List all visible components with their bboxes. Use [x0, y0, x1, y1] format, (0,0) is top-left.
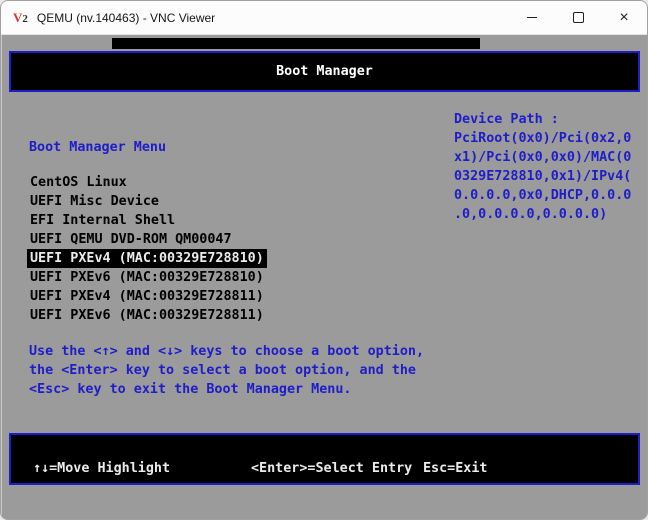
footer-hint-bar: ↑↓=Move Highlight <Enter>=Select Entry E… — [9, 433, 640, 485]
window-title: QEMU (nv.140463) - VNC Viewer — [37, 11, 215, 25]
window-titlebar[interactable]: V2 QEMU (nv.140463) - VNC Viewer × — [1, 1, 647, 35]
boot-entry-pxev6-8810[interactable]: UEFI PXEv6 (MAC:00329E728810) — [27, 268, 267, 287]
vnc-viewer-window: V2 QEMU (nv.140463) - VNC Viewer × Boot … — [0, 0, 648, 520]
device-path-line: PciRoot(0x0)/Pci(0x2,0 — [454, 129, 642, 148]
hint-move-highlight: ↑↓=Move Highlight — [33, 459, 170, 478]
window-controls: × — [509, 1, 647, 34]
vnc-logo-2: 2 — [22, 13, 28, 25]
help-line: <Esc> key to exit the Boot Manager Menu. — [29, 380, 424, 399]
vnc-logo-v: V — [13, 10, 22, 25]
minimize-icon — [527, 17, 537, 18]
boot-entry-uefi-misc-device[interactable]: UEFI Misc Device — [27, 192, 162, 211]
device-path-line: 0.0.0.0,0x0,DHCP,0.0.0 — [454, 186, 642, 205]
boot-manager-banner: Boot Manager — [9, 51, 640, 92]
device-path-line: x1)/Pci(0x0,0x0)/MAC(0 — [454, 148, 642, 167]
hint-select-entry: <Enter>=Select Entry — [251, 459, 412, 478]
boot-entry-list: CentOS Linux UEFI Misc Device EFI Intern… — [27, 173, 267, 325]
device-path-panel: Device Path : PciRoot(0x0)/Pci(0x2,0 x1)… — [454, 110, 642, 224]
boot-entry-pxev4-8811[interactable]: UEFI PXEv4 (MAC:00329E728811) — [27, 287, 267, 306]
boot-manager-title: Boot Manager — [276, 62, 373, 81]
boot-entry-qemu-dvd-rom[interactable]: UEFI QEMU DVD-ROM QM00047 — [27, 230, 235, 249]
help-text: Use the <↑> and <↓> keys to choose a boo… — [29, 342, 424, 399]
boot-entry-centos[interactable]: CentOS Linux — [27, 173, 130, 192]
vnc-display[interactable]: Boot Manager Device Path : PciRoot(0x0)/… — [2, 35, 647, 520]
help-line: the <Enter> key to select a boot option,… — [29, 361, 424, 380]
device-path-line: .0,0.0.0.0,0.0.0.0) — [454, 205, 642, 224]
device-path-line: 0329E728810,0x1)/IPv4( — [454, 167, 642, 186]
boot-entry-efi-internal-shell[interactable]: EFI Internal Shell — [27, 211, 178, 230]
help-line: Use the <↑> and <↓> keys to choose a boo… — [29, 342, 424, 361]
maximize-button[interactable] — [555, 1, 601, 34]
vnc-toolbar-strip — [112, 38, 480, 49]
boot-entry-pxev6-8811[interactable]: UEFI PXEv6 (MAC:00329E728811) — [27, 306, 267, 325]
hint-exit: Esc=Exit — [423, 459, 488, 478]
minimize-button[interactable] — [509, 1, 555, 34]
device-path-label: Device Path : — [454, 110, 642, 129]
footer-hint-row: ↑↓=Move Highlight <Enter>=Select Entry E… — [11, 459, 638, 478]
boot-entry-pxev4-8810[interactable]: UEFI PXEv4 (MAC:00329E728810) — [27, 249, 267, 268]
close-button[interactable]: × — [601, 1, 647, 34]
boot-menu-title: Boot Manager Menu — [29, 138, 166, 157]
vnc-app-icon[interactable]: V2 — [13, 11, 28, 25]
maximize-icon — [573, 12, 584, 23]
close-icon: × — [619, 10, 628, 26]
